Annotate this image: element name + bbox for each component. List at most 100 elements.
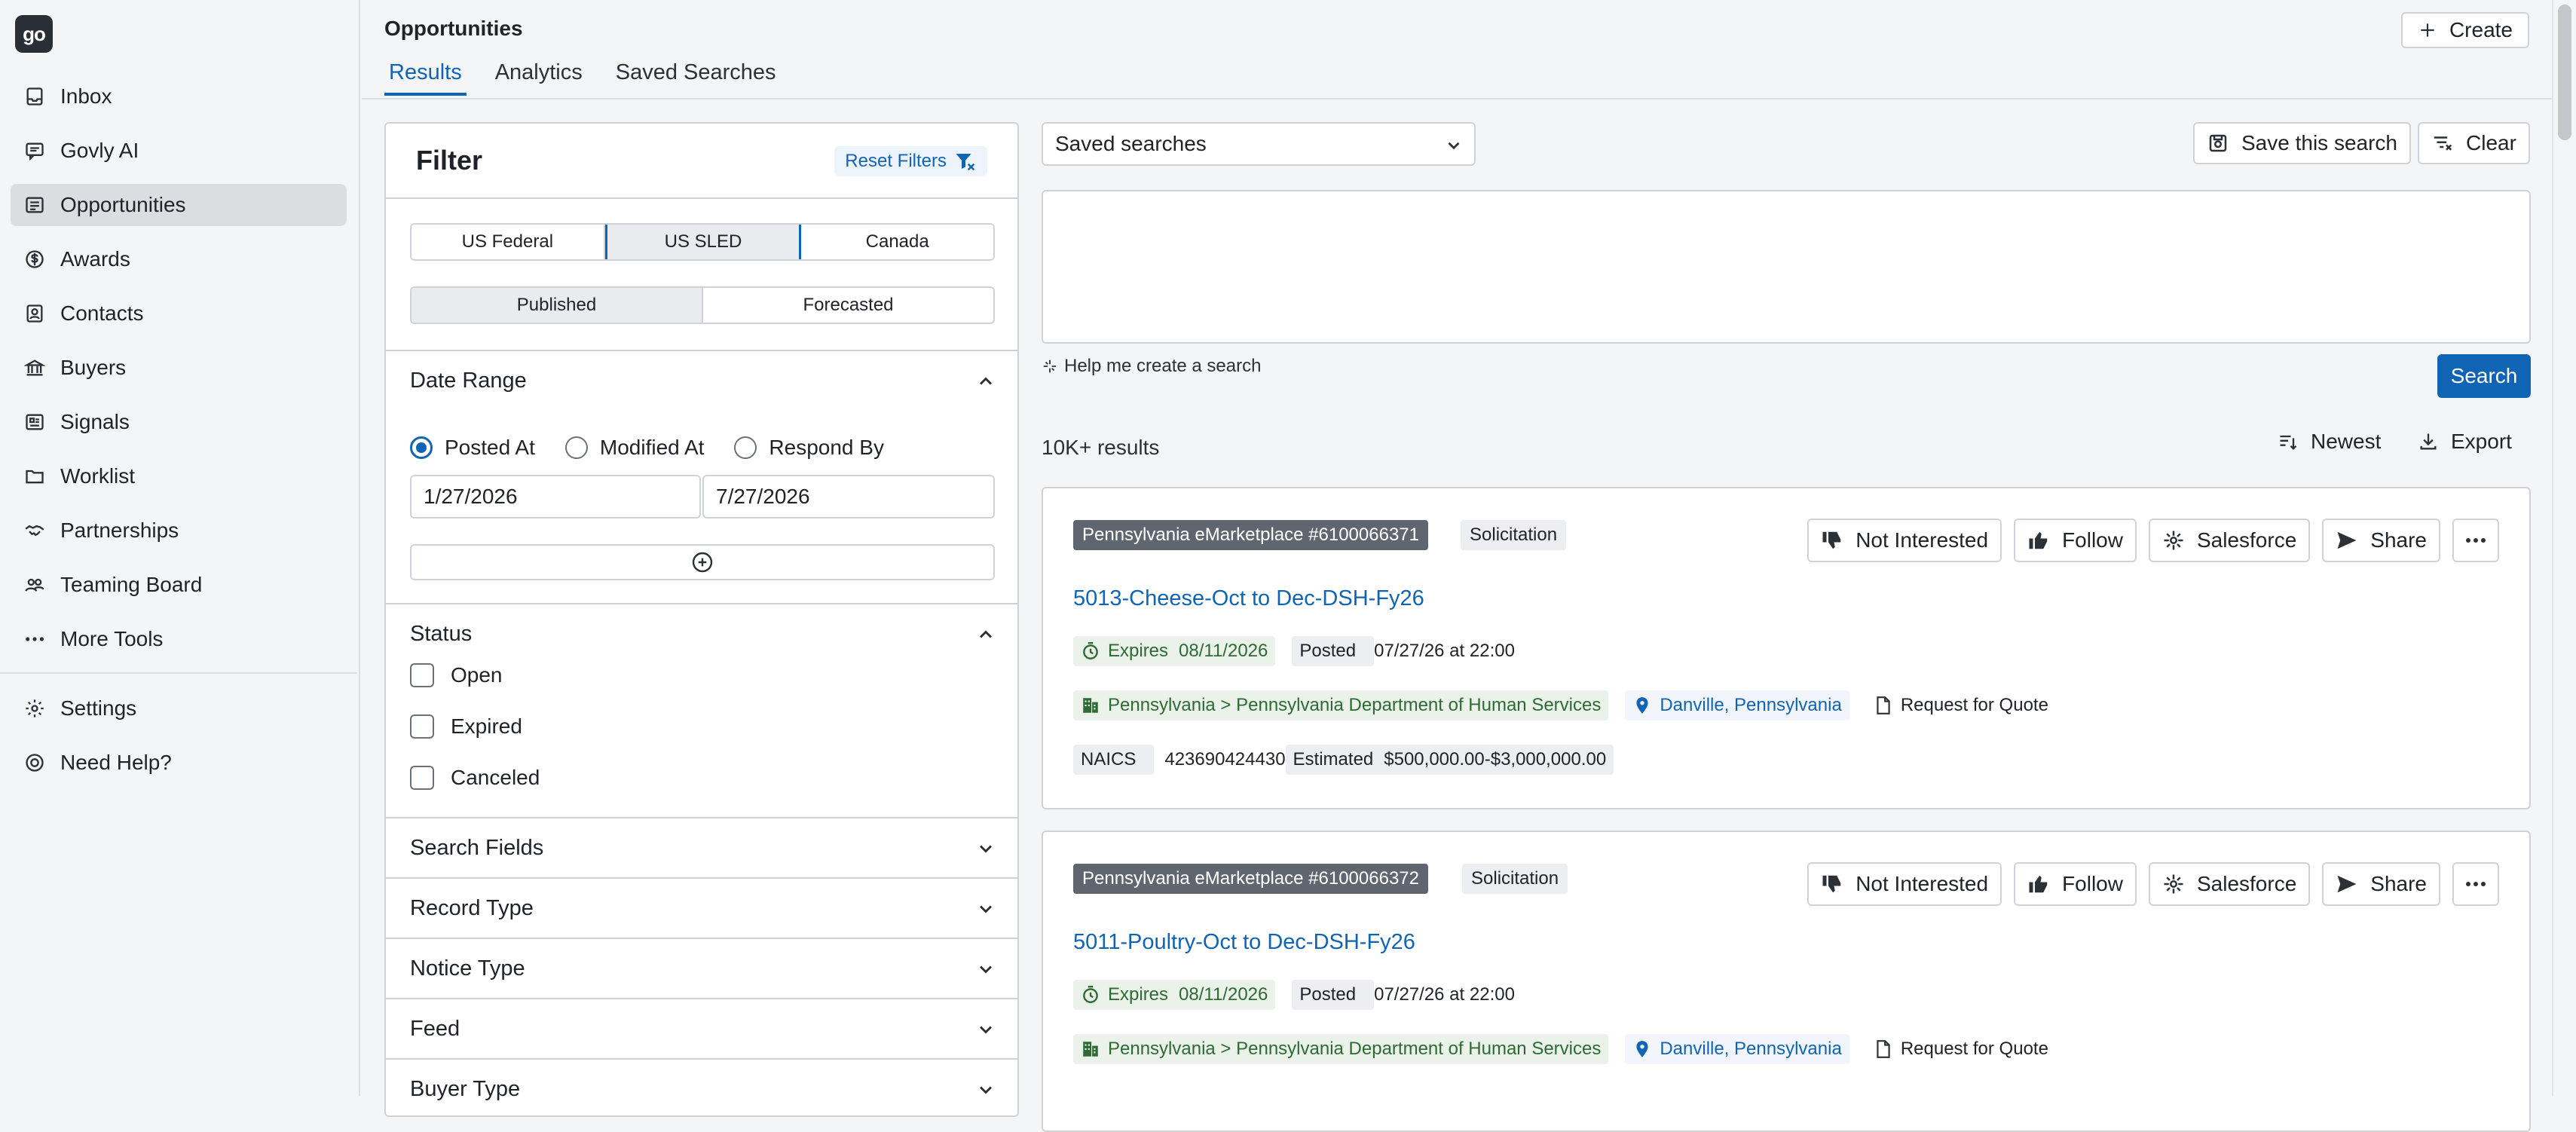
more-actions-button[interactable] [2452, 862, 2499, 906]
checkbox[interactable] [410, 663, 434, 687]
share-button[interactable]: Share [2322, 519, 2440, 562]
opportunity-title-link[interactable]: 5011-Poultry-Oct to Dec-DSH-Fy26 [1073, 930, 1415, 955]
checkbox-label: Open [451, 663, 503, 687]
status-expired-checkbox[interactable]: Expired [410, 714, 522, 739]
sidebar-item-label: Inbox [60, 84, 112, 108]
sidebar: go Inbox Govly AI Opportunities Awards C… [0, 0, 360, 1096]
status-open-checkbox[interactable]: Open [410, 663, 503, 687]
checkbox[interactable] [410, 766, 434, 790]
radio-modified-at[interactable]: Modified At [564, 436, 704, 460]
status-canceled-checkbox[interactable]: Canceled [410, 766, 540, 790]
sidebar-item-opportunities[interactable]: Opportunities [11, 184, 347, 226]
naics-code[interactable]: 423690 [1164, 749, 1225, 770]
export-button[interactable]: Export [2418, 430, 2512, 454]
date-range-header[interactable]: Date Range [386, 351, 1017, 410]
naics-code[interactable]: 424430 [1225, 749, 1285, 770]
clear-label: Clear [2466, 131, 2516, 155]
chevron-down-icon [1448, 142, 1460, 150]
region-us-sled[interactable]: US SLED [604, 225, 802, 259]
agency-chip[interactable]: Pennsylvania > Pennsylvania Department o… [1073, 690, 1609, 721]
sort-newest-button[interactable]: Newest [2278, 430, 2381, 454]
scrollbar-thumb[interactable] [2558, 5, 2571, 140]
thumbs-down-icon [1822, 531, 1841, 549]
sidebar-item-label: Contacts [60, 301, 144, 325]
sidebar-item-label: Opportunities [60, 193, 186, 216]
sidebar-item-settings[interactable]: Settings [11, 687, 347, 730]
sidebar-divider [0, 672, 357, 674]
publish-state-published[interactable]: Published [411, 288, 703, 323]
building-icon [1083, 698, 1098, 713]
buyer-type-header[interactable]: Buyer Type [386, 1060, 1017, 1115]
inbox-icon [26, 87, 43, 106]
salesforce-button[interactable]: Salesforce [2148, 862, 2311, 906]
action-label: Not Interested [1856, 872, 1989, 895]
feed-header[interactable]: Feed [386, 999, 1017, 1058]
dates-row: Expires 08/11/2026 Posted 07/27/26 at 22… [1073, 980, 1515, 1010]
tab-saved-searches[interactable]: Saved Searches [611, 60, 781, 96]
document-icon [1877, 696, 1890, 714]
region-canada[interactable]: Canada [801, 225, 993, 259]
sidebar-item-buyers[interactable]: Buyers [11, 347, 347, 389]
agency-chip[interactable]: Pennsylvania > Pennsylvania Department o… [1073, 1034, 1609, 1064]
search-fields-header[interactable]: Search Fields [386, 818, 1017, 877]
saved-searches-label: Saved searches [1055, 132, 1207, 155]
region-us-federal[interactable]: US Federal [411, 225, 605, 259]
create-button[interactable]: Create [2400, 12, 2529, 48]
follow-button[interactable]: Follow [2014, 519, 2137, 562]
sidebar-item-partnerships[interactable]: Partnerships [11, 509, 347, 552]
publish-state-forecasted[interactable]: Forecasted [703, 288, 993, 323]
notice-type-header[interactable]: Notice Type [386, 939, 1017, 998]
reset-filters-button[interactable]: Reset Filters [834, 146, 987, 176]
sort-label: Newest [2311, 430, 2382, 453]
date-to-input[interactable]: 7/27/2026 [702, 475, 995, 519]
handshake-icon [25, 525, 44, 537]
tab-analytics[interactable]: Analytics [491, 60, 587, 96]
section-label: Feed [410, 1016, 460, 1041]
radio-dot [734, 436, 757, 459]
sidebar-item-need-help[interactable]: Need Help? [11, 742, 347, 784]
opportunity-title-link[interactable]: 5013-Cheese-Oct to Dec-DSH-Fy26 [1073, 586, 1424, 611]
sidebar-item-contacts[interactable]: Contacts [11, 292, 347, 335]
sidebar-item-inbox[interactable]: Inbox [11, 75, 347, 118]
radio-posted-at[interactable]: Posted At [410, 436, 535, 460]
contact-icon [26, 304, 43, 323]
location-chip[interactable]: Danville, Pennsylvania [1625, 1034, 1849, 1064]
add-date-range-button[interactable] [410, 544, 995, 580]
not-interested-button[interactable]: Not Interested [1807, 862, 2002, 906]
sidebar-item-worklist[interactable]: Worklist [11, 455, 347, 497]
sidebar-item-govly-ai[interactable]: Govly AI [11, 130, 347, 172]
search-query-input[interactable] [1042, 190, 2531, 344]
more-actions-button[interactable] [2452, 519, 2499, 562]
checkbox[interactable] [410, 714, 434, 739]
page-scrollbar[interactable] [2552, 0, 2576, 1096]
agency-name: Pennsylvania > Pennsylvania Department o… [1108, 695, 1602, 715]
saved-searches-select[interactable]: Saved searches [1042, 122, 1476, 166]
feed-section: Feed [386, 998, 1017, 1058]
tab-results[interactable]: Results [384, 60, 467, 96]
search-button[interactable]: Search [2437, 354, 2531, 398]
share-button[interactable]: Share [2322, 862, 2440, 906]
sidebar-item-more-tools[interactable]: More Tools [11, 618, 347, 660]
action-label: Share [2370, 528, 2427, 552]
chevron-down-icon [979, 845, 993, 853]
salesforce-button[interactable]: Salesforce [2148, 519, 2311, 562]
clear-button[interactable]: Clear [2418, 122, 2530, 164]
filter-clear-icon [956, 154, 975, 171]
status-header[interactable]: Status [386, 604, 1017, 663]
sidebar-item-teaming-board[interactable]: Teaming Board [11, 564, 347, 606]
sidebar-nav: Inbox Govly AI Opportunities Awards Cont… [0, 75, 357, 796]
expires-chip: Expires 08/11/2026 [1073, 636, 1276, 666]
sidebar-item-awards[interactable]: Awards [11, 238, 347, 280]
radio-respond-by[interactable]: Respond By [734, 436, 884, 460]
sidebar-item-signals[interactable]: Signals [11, 401, 347, 443]
location-chip[interactable]: Danville, Pennsylvania [1625, 690, 1849, 721]
expires-chip: Expires 08/11/2026 [1073, 980, 1276, 1010]
follow-button[interactable]: Follow [2014, 862, 2137, 906]
govly-logo[interactable]: go [15, 15, 53, 53]
record-type-header[interactable]: Record Type [386, 879, 1017, 938]
search-fields-section: Search Fields [386, 817, 1017, 877]
help-create-search-link[interactable]: Help me create a search [1042, 356, 1261, 377]
save-search-button[interactable]: Save this search [2193, 122, 2411, 164]
not-interested-button[interactable]: Not Interested [1807, 519, 2002, 562]
date-from-input[interactable]: 1/27/2026 [410, 475, 701, 519]
